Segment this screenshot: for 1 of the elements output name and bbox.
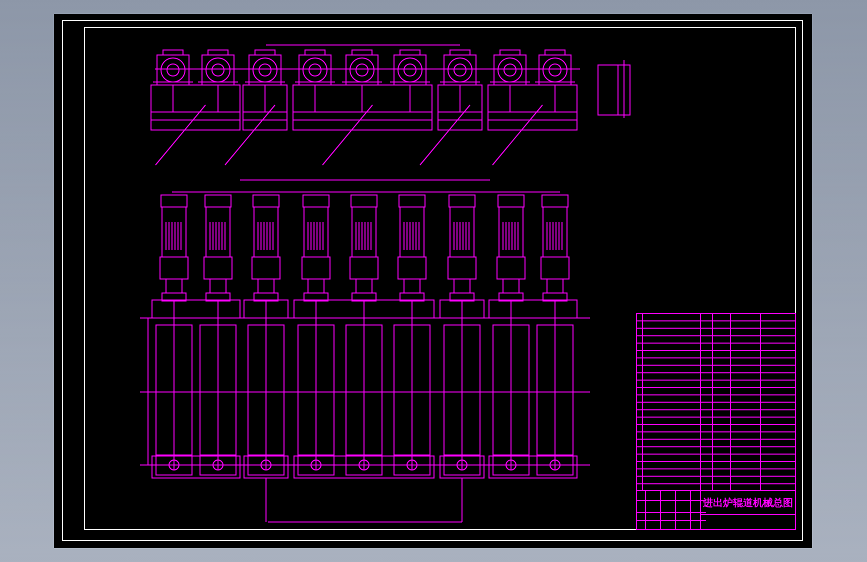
drawing-title: 进出炉辊道机械总图 xyxy=(703,498,793,509)
